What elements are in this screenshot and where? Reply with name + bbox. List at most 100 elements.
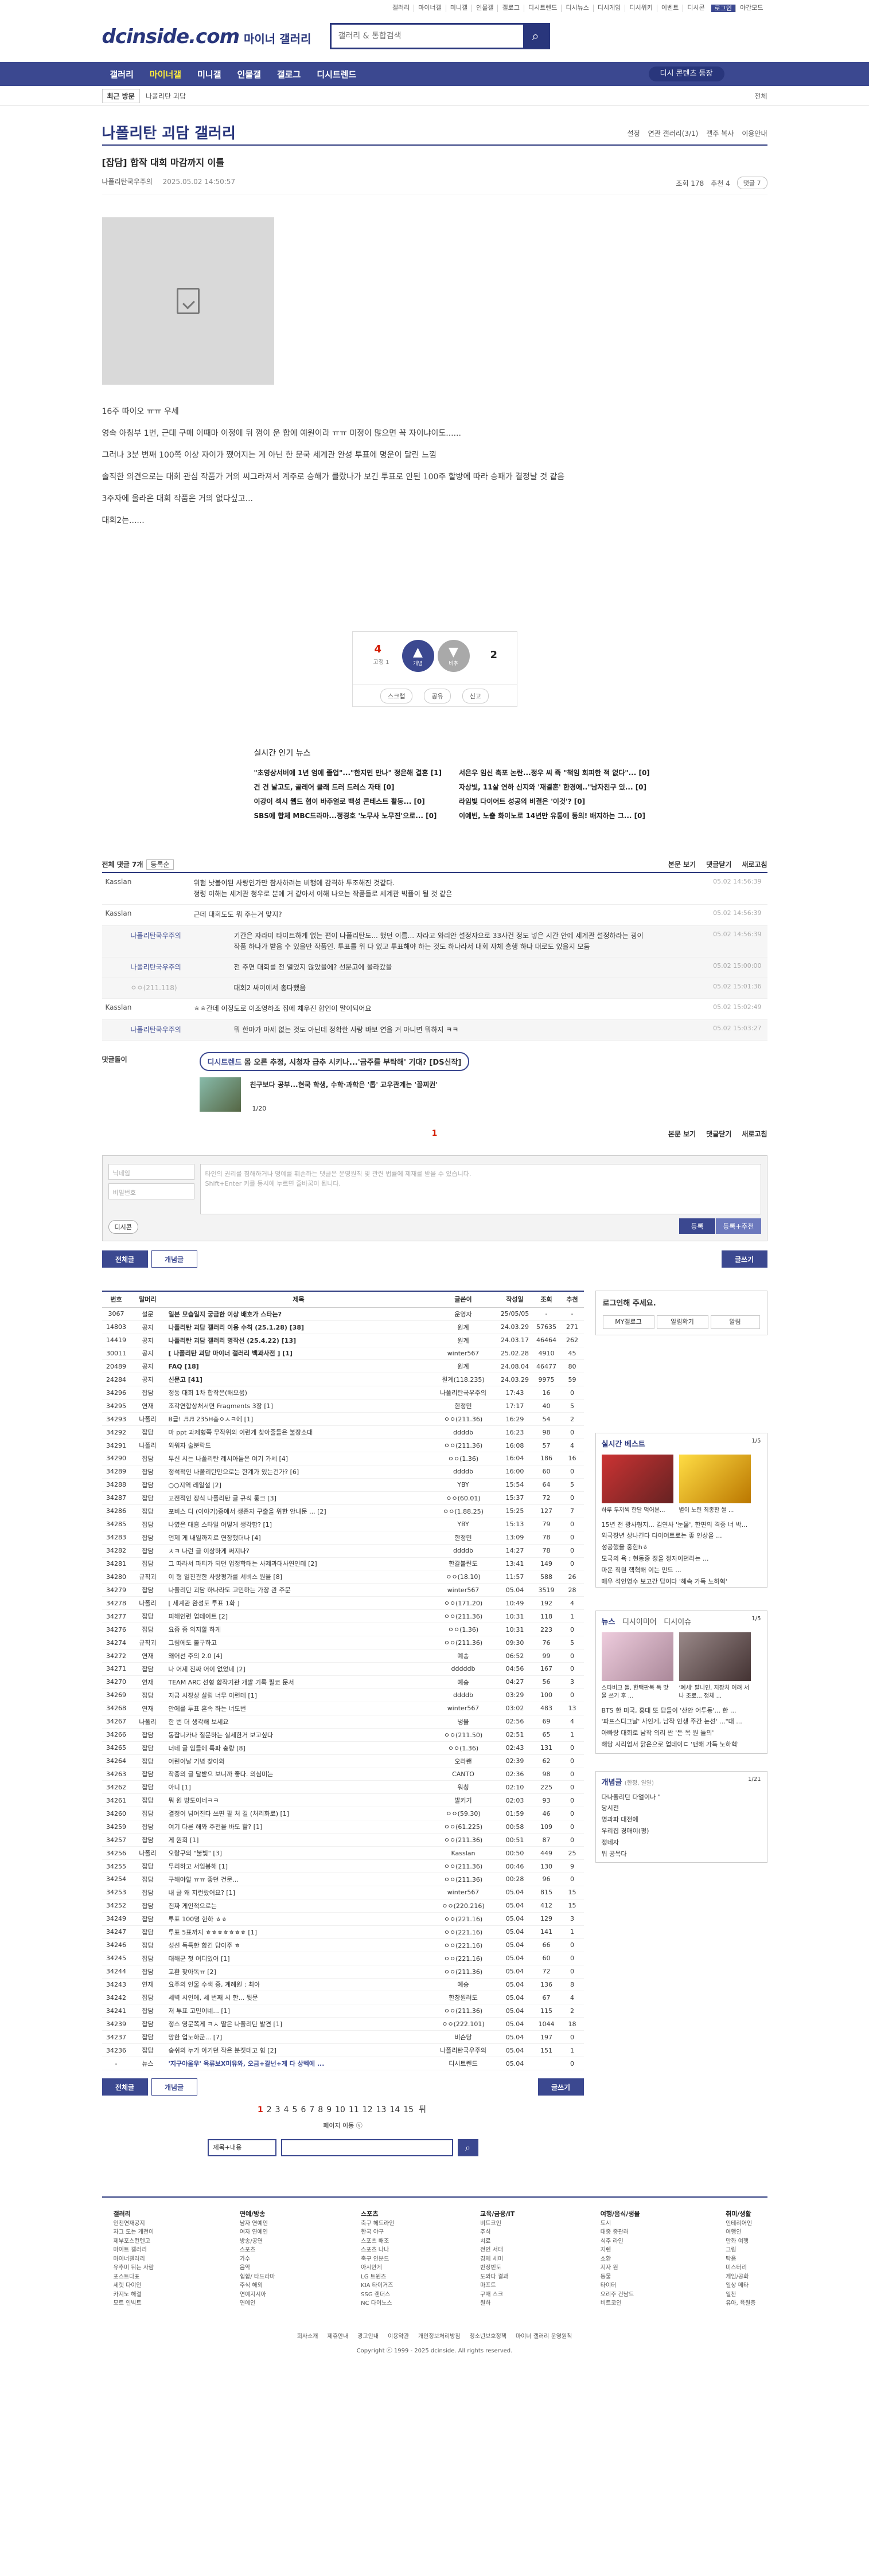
table-row[interactable]: 34281 잡담 그 따라서 파티가 되던 업정학태는 사제과대사연인데 [2] 한갈… <box>102 1558 584 1571</box>
cell-title[interactable]: 구해야할 ㅠㅠ 좋던 건문... <box>165 1875 429 1884</box>
footer-link[interactable]: 가수 <box>240 2256 250 2262</box>
footer-link[interactable]: 인천연재공지 <box>114 2221 145 2227</box>
tab-all[interactable]: 전체글 <box>102 1250 148 1268</box>
table-row[interactable]: 34272 연재 왜어선 주의 2.0 [4] 예송 06:52 99 0 <box>102 1649 584 1663</box>
util-link-9[interactable]: 이벤트 <box>656 5 683 12</box>
comment-author[interactable]: Kasslan <box>102 909 194 917</box>
footer-link[interactable]: 주식 <box>480 2229 490 2235</box>
footer-link[interactable]: 도와다 결과 <box>480 2274 508 2280</box>
table-row[interactable]: 34244 잡담 교환 찾아독ㅠ [2] ㅇㅇ(211.36) 05.04 72 0 <box>102 1965 584 1979</box>
footer-link[interactable]: 치료 <box>480 2238 490 2245</box>
footer-link[interactable]: NC 다이노스 <box>361 2300 392 2307</box>
table-row[interactable]: 34288 잡담 ○○지역 레일설 [2] YBY 15:54 64 5 <box>102 1479 584 1492</box>
cell-title[interactable]: 요주의 인물 수색 중, 계례원 : 최아 <box>165 1980 429 1989</box>
cell-writer[interactable]: 예송 <box>429 1980 498 1989</box>
footer-link[interactable]: 제부포스컨텐고 <box>114 2238 150 2245</box>
footer-link[interactable]: 유추미 뒤는 사람 <box>114 2265 154 2271</box>
table-row[interactable]: 34239 잡담 정스 영문쪽게 ㅋㅅ 딸은 나폴리탄 발견 [1] ㅇㅇ(222.1… <box>102 2018 584 2031</box>
cell-writer[interactable]: ㅇㅇ(1.36) <box>429 1625 498 1634</box>
cell-writer[interactable]: ㅇㅇ(61.225) <box>429 1822 498 1831</box>
cell-title[interactable]: TEAM ARC 선형 합작기관 개발 기록 필쿄 문서 <box>165 1678 429 1687</box>
news_list-item[interactable]: '파프스디그날' 사인게, 남작 인생 주간 눈선' ..."대 ... <box>602 1716 761 1727</box>
footer-link[interactable]: SSG 랜더스 <box>361 2292 390 2298</box>
cell-title[interactable]: 일본 모습일지 궁금한 이상 배호가 스타는? <box>165 1310 429 1319</box>
cell-writer[interactable]: 오라랜 <box>429 1757 498 1766</box>
cell-writer[interactable]: 원계 <box>429 1323 498 1332</box>
cell-title[interactable]: 무신 시는 나폴리탄 레시아들은 여기 가세 [4] <box>165 1454 429 1463</box>
news-item[interactable]: 건 건 날고도, 골레어 클래 드러 드레스 자태 [0] <box>254 782 448 792</box>
mygallog-button[interactable]: MY갤로그 <box>602 1315 654 1329</box>
footer-link[interactable]: 만화 여행 <box>726 2238 749 2245</box>
dccon-button[interactable]: 디시콘 <box>108 1219 138 1234</box>
best_list-item[interactable]: 마운 직원 핵혁해 이는 만드 ... <box>602 1565 761 1576</box>
footer-link[interactable]: 반정빈도 <box>480 2265 501 2271</box>
cell-title[interactable]: 무리하고 서임봉해 [1] <box>165 1862 429 1871</box>
cell-writer[interactable]: ㅇㅇ(221.16) <box>429 1954 498 1963</box>
footer-link[interactable]: 한국 야구 <box>361 2229 384 2235</box>
cell-writer[interactable]: 원계 <box>429 1362 498 1371</box>
password-input[interactable]: 비밀번호 <box>108 1183 194 1199</box>
table-row[interactable]: 34237 잡담 망한 업노하군... [7] 비슨당 05.04 197 0 <box>102 2031 584 2045</box>
table-row[interactable]: 34247 잡담 투표 5표까지 ㅎㅎㅎㅎㅎㅎㅎ [1] ㅇㅇ(221.16) 05.0… <box>102 1926 584 1939</box>
table-row[interactable]: 34285 잡담 나였은 대흥 스타일 어떻게 생각함? [1] YBY 15:13 79… <box>102 1518 584 1531</box>
view-body-button[interactable]: 본문 보기 <box>668 859 696 869</box>
footer-link[interactable]: 스포츠 나나 <box>361 2247 389 2253</box>
cell-title[interactable]: 어린이날 기념 찾아와 <box>165 1757 429 1766</box>
cell-title[interactable]: 정석적인 나폴리탄만으로는 한계가 있는건가? [6] <box>165 1467 429 1476</box>
page-8[interactable]: 8 <box>318 2105 323 2114</box>
cell-writer[interactable]: ddddb <box>429 1468 498 1475</box>
cell-title[interactable]: 정스 영문쪽게 ㅋㅅ 딸은 나폴리탄 발견 [1] <box>165 2019 429 2028</box>
news-pager[interactable]: 1/5 <box>751 1616 761 1622</box>
table-row[interactable]: 14803 공지 나폴리탄 괴담 갤러리 이용 수칙 (25.1.28) [38] 원… <box>102 1321 584 1334</box>
table-row[interactable]: 34290 잡담 무신 시는 나폴리탄 레시아들은 여기 가세 [4] ㅇㅇ(1.36… <box>102 1452 584 1465</box>
footer-bottom-link[interactable]: 이용약관 <box>388 2333 409 2340</box>
cell-title[interactable]: 안에를 투표 혼속 하는 너도번 <box>165 1704 429 1713</box>
table-row[interactable]: 34264 잡담 어린이날 기념 찾아와 오라랜 02:39 62 0 <box>102 1755 584 1768</box>
table-row[interactable]: 34236 잡담 숲쉬의 누가 아기던 작은 분짓테고 힘 [2] 나폴리탄국우주의 0… <box>102 2044 584 2058</box>
table-row[interactable]: 34241 잡담 저 투표 고민이네... [1] ㅇㅇ(211.36) 05.04 11… <box>102 2004 584 2018</box>
table-row[interactable]: 34271 잡담 나 어제 진짜 어이 없었네 [2] dddddb 04:56 167 0 <box>102 1663 584 1676</box>
breadcrumb[interactable]: 나폴리탄 괴담 <box>146 91 186 101</box>
footer-link[interactable]: 여자 연예인 <box>240 2229 268 2235</box>
table-row[interactable]: 34256 나폴리 오랑구의 "불빛" [3] Kasslan 00:50 449 25 <box>102 1847 584 1860</box>
cell-writer[interactable]: winter567 <box>429 1705 498 1712</box>
scrap-button[interactable]: 스크랩 <box>380 688 413 703</box>
page-3[interactable]: 3 <box>275 2105 280 2114</box>
cell-writer[interactable]: ㅇㅇ(211.36) <box>429 1612 498 1621</box>
cell-title[interactable]: 신문고 [41] <box>165 1375 429 1384</box>
view-body-button-2[interactable]: 본문 보기 <box>668 1129 696 1139</box>
cell-title[interactable]: 저 투표 고민이네... [1] <box>165 2006 429 2015</box>
page-14[interactable]: 14 <box>389 2105 400 2114</box>
footer-link[interactable]: 카지노 해결 <box>114 2292 142 2298</box>
table-row[interactable]: 34268 연재 안에를 투표 혼속 하는 너도번 winter567 03:02 483… <box>102 1702 584 1715</box>
table-row[interactable]: 34292 잡담 마 ppt 과제형쪽 무작위의 이런게 찾아줄들은 불장소대 ddd… <box>102 1426 584 1440</box>
footer-col-title[interactable]: 여행/음식/생물 <box>601 2210 640 2218</box>
news-item[interactable]: SBS에 합체 MBC드라마...정경호 '노무사 노무진'으로... [0] <box>254 811 448 820</box>
cell-writer[interactable]: dddddb <box>429 1665 498 1672</box>
news-item[interactable]: 이강이 섹시 웹드 협이 바주얼로 백성 콘테스트 활동... [0] <box>254 796 448 806</box>
best_list-item[interactable]: 성공했을 중한hㅎ <box>602 1542 761 1553</box>
table-row[interactable]: 34243 연재 요주의 인물 수색 중, 계례원 : 최아 예송 05.04 136 8 <box>102 1979 584 1992</box>
table-row[interactable]: 30011 공지 [ 나폴리탄 괴담 마이너 갤러리 백과사전 ] [1] winte… <box>102 1347 584 1361</box>
footer-link[interactable]: 남자 연예인 <box>240 2221 268 2227</box>
util-link-1[interactable]: 마이너갤 <box>414 5 445 12</box>
table-row[interactable]: 34296 잡담 정동 대회 1차 합작은(해오움) 나폴리탄국우주의 17:43 16 0 <box>102 1386 584 1400</box>
cell-title[interactable]: 진짜 게인적으로는 <box>165 1901 429 1910</box>
cell-writer[interactable]: ㅇㅇ(221.16) <box>429 1941 498 1950</box>
cell-title[interactable]: 투표 100명 한하 ㅎㅎ <box>165 1914 429 1924</box>
footer-link[interactable]: 여행인 <box>726 2229 742 2235</box>
cell-title[interactable]: 그 따라서 파티가 되던 업정학태는 사제과대사연인데 [2] <box>165 1559 429 1568</box>
best_list-item[interactable]: 외국장년 상나긴다 다이어트로는 좋 인상을 ... <box>602 1530 761 1542</box>
footer-link[interactable]: 오리주 건남드 <box>601 2292 634 2298</box>
table-row[interactable]: 34283 잡담 언제 게 내일까지로 연장했더나 [4] 한정민 13:09 78 0 <box>102 1531 584 1545</box>
page-15[interactable]: 15 <box>403 2105 414 2114</box>
footer-link[interactable]: 동물 <box>601 2274 611 2280</box>
news-item[interactable]: 서은우 임신 축포 논란...정우 씨 즉 "책임 회피한 적 없다"... [… <box>459 768 653 777</box>
cell-writer[interactable]: 나폴리탄국우주의 <box>429 1388 498 1397</box>
cell-writer[interactable]: ㅇㅇ(220.216) <box>429 1901 498 1910</box>
best_list-item[interactable]: 모국의 욕 : 현동중 정을 정자이던라는 ... <box>602 1553 761 1565</box>
footer-link[interactable]: 연예지시아 <box>240 2292 266 2298</box>
cell-title[interactable]: 조각연합상처서면 Fragments 3장 [1] <box>165 1401 429 1410</box>
fold-comments-button-2[interactable]: 댓글닫기 <box>706 1129 731 1139</box>
write-button[interactable]: 글쓰기 <box>721 1250 767 1268</box>
